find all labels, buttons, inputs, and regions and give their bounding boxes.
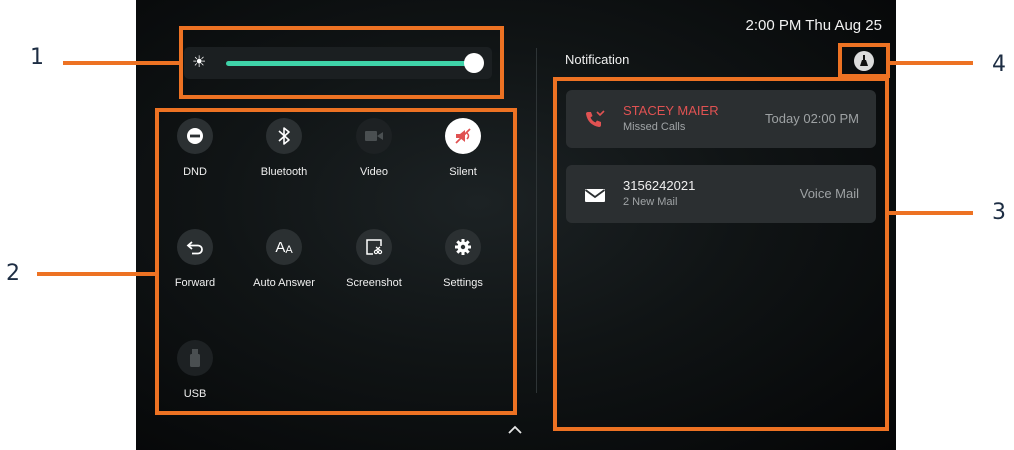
callout-number-1: 1 [30, 45, 44, 70]
callout-number-4: 4 [992, 52, 1006, 77]
panel-divider [536, 48, 537, 393]
callout-line-2 [37, 272, 155, 276]
notification-title: Notification [565, 52, 630, 67]
callout-line-4 [890, 61, 973, 65]
callout-box-1 [179, 26, 504, 99]
chevron-up-icon[interactable] [506, 424, 524, 436]
callout-number-2: 2 [6, 261, 20, 286]
callout-line-3 [889, 211, 973, 215]
callout-box-2 [155, 108, 517, 415]
callout-box-3 [553, 77, 889, 431]
callout-box-4 [838, 43, 890, 78]
callout-line-1 [63, 61, 179, 65]
callout-number-3: 3 [992, 200, 1006, 225]
status-clock: 2:00 PM Thu Aug 25 [745, 17, 883, 34]
